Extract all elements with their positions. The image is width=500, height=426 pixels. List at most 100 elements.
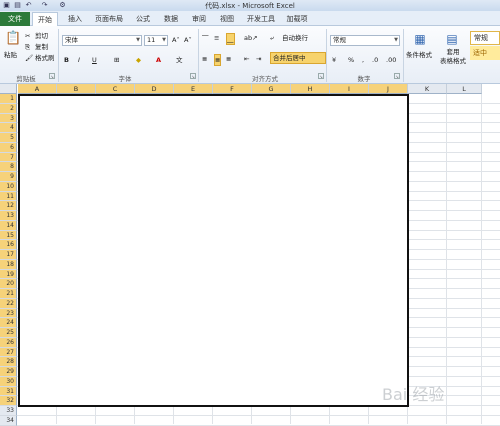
style-normal[interactable]: 常规 xyxy=(470,31,500,45)
column-header[interactable]: E xyxy=(174,84,213,94)
font-launcher-icon[interactable]: ↘ xyxy=(190,73,196,79)
row-header[interactable]: 19 xyxy=(0,269,17,280)
row-header[interactable]: 7 xyxy=(0,152,17,163)
currency-icon[interactable]: ¥ xyxy=(332,55,336,65)
wrap-text-icon[interactable]: ⤶ xyxy=(270,33,274,43)
italic-button[interactable]: I xyxy=(78,55,80,65)
merge-center-button[interactable]: 合并后居中 xyxy=(270,52,326,64)
font-size-combo[interactable]: 11 ▼ xyxy=(144,35,168,46)
column-header[interactable]: L xyxy=(447,84,482,94)
copy-button[interactable]: 复制 xyxy=(35,42,48,52)
row-header[interactable]: 13 xyxy=(0,211,17,221)
row-header[interactable]: 28 xyxy=(0,357,17,367)
increase-indent-icon[interactable]: ⇥ xyxy=(256,54,261,64)
row-header[interactable]: 6 xyxy=(0,142,17,153)
row-header[interactable]: 22 xyxy=(0,298,17,309)
row-header[interactable]: 34 xyxy=(0,415,17,426)
row-header[interactable]: 3 xyxy=(0,113,17,124)
tab-formulas[interactable]: 公式 xyxy=(132,12,154,26)
alignment-launcher-icon[interactable]: ↘ xyxy=(318,73,324,79)
conditional-format-button[interactable]: 条件格式 xyxy=(406,50,432,60)
row-header[interactable]: 2 xyxy=(0,103,17,114)
row-header[interactable]: 1 xyxy=(0,94,17,104)
row-header[interactable]: 14 xyxy=(0,220,17,231)
paste-icon[interactable]: 📋 xyxy=(5,31,21,47)
row-header[interactable]: 26 xyxy=(0,337,17,348)
conditional-format-icon[interactable]: ▦ xyxy=(412,31,428,47)
row-header[interactable]: 4 xyxy=(0,123,17,133)
bold-button[interactable]: B xyxy=(64,55,69,65)
tab-addins[interactable]: 加载项 xyxy=(284,12,310,26)
format-painter-button[interactable]: 格式刷 xyxy=(35,53,55,63)
borders-icon[interactable]: ⊞ xyxy=(114,55,119,65)
column-header[interactable]: A xyxy=(18,84,57,94)
decrease-font-icon[interactable]: A˅ xyxy=(184,35,192,45)
row-header[interactable]: 17 xyxy=(0,250,17,260)
cut-button[interactable]: 剪切 xyxy=(35,31,48,41)
align-left-icon[interactable]: ≣ xyxy=(202,54,207,64)
fill-color-icon[interactable]: ◆ xyxy=(136,55,141,65)
row-header[interactable]: 15 xyxy=(0,230,17,241)
row-header[interactable]: 5 xyxy=(0,133,17,143)
font-color-icon[interactable]: A xyxy=(156,55,161,65)
tab-view[interactable]: 视图 xyxy=(216,12,238,26)
row-header[interactable]: 20 xyxy=(0,279,17,289)
row-header[interactable]: 30 xyxy=(0,376,17,387)
phonetic-icon[interactable]: 文 xyxy=(176,55,183,65)
tab-insert[interactable]: 插入 xyxy=(62,12,88,26)
scissors-icon[interactable]: ✂ xyxy=(25,31,30,41)
decrease-indent-icon[interactable]: ⇤ xyxy=(244,54,249,64)
column-header[interactable]: K xyxy=(408,84,447,94)
column-header[interactable]: G xyxy=(252,84,291,94)
tab-page-layout[interactable]: 页面布局 xyxy=(92,12,126,26)
tab-home[interactable]: 开始 xyxy=(32,12,58,27)
row-header[interactable]: 23 xyxy=(0,308,17,319)
tab-developer[interactable]: 开发工具 xyxy=(244,12,278,26)
column-header[interactable]: B xyxy=(57,84,96,94)
font-name-combo[interactable]: 宋体 ▼ xyxy=(62,35,142,46)
tab-data[interactable]: 数据 xyxy=(160,12,182,26)
format-as-table-icon[interactable]: ▤ xyxy=(444,31,460,47)
row-header[interactable]: 16 xyxy=(0,240,17,250)
underline-button[interactable]: U xyxy=(92,55,97,65)
column-header[interactable]: I xyxy=(330,84,369,94)
wrap-text-button[interactable]: 自动换行 xyxy=(282,33,308,43)
row-header[interactable]: 21 xyxy=(0,289,17,299)
column-header[interactable]: D xyxy=(135,84,174,94)
percent-icon[interactable]: % xyxy=(348,55,354,65)
comma-icon[interactable]: , xyxy=(362,55,364,65)
paste-button[interactable]: 粘贴 xyxy=(4,50,17,60)
clipboard-launcher-icon[interactable]: ↘ xyxy=(49,73,55,79)
style-neutral[interactable]: 适中 xyxy=(470,46,500,60)
row-header[interactable]: 24 xyxy=(0,318,17,328)
align-top-icon[interactable]: ⎺ xyxy=(202,33,209,43)
align-middle-icon[interactable]: ≡ xyxy=(214,33,219,43)
number-format-combo[interactable]: 常规 ▼ xyxy=(330,35,400,46)
row-header[interactable]: 25 xyxy=(0,328,17,338)
row-header[interactable]: 11 xyxy=(0,191,17,202)
format-painter-icon[interactable]: 🖌 xyxy=(25,53,33,63)
row-header[interactable]: 12 xyxy=(0,201,17,211)
number-launcher-icon[interactable]: ↘ xyxy=(394,73,400,79)
align-right-icon[interactable]: ≣ xyxy=(226,54,231,64)
select-all-corner[interactable] xyxy=(0,84,17,94)
format-as-table-button[interactable]: 套用 表格格式 xyxy=(436,48,470,66)
increase-font-icon[interactable]: A˄ xyxy=(172,35,180,45)
decrease-decimal-icon[interactable]: .00 xyxy=(386,55,396,65)
column-header[interactable]: H xyxy=(291,84,330,94)
align-center-icon[interactable]: ≣ xyxy=(214,54,222,66)
row-header[interactable]: 32 xyxy=(0,396,17,406)
tab-file[interactable]: 文件 xyxy=(0,12,30,26)
row-header[interactable]: 31 xyxy=(0,386,17,397)
row-header[interactable]: 29 xyxy=(0,367,17,377)
orientation-icon[interactable]: ab↗ xyxy=(244,33,258,43)
increase-decimal-icon[interactable]: .0 xyxy=(372,55,378,65)
row-header[interactable]: 33 xyxy=(0,406,17,416)
row-header[interactable]: 10 xyxy=(0,181,17,192)
row-header[interactable]: 8 xyxy=(0,162,17,172)
column-header[interactable]: F xyxy=(213,84,252,94)
column-header[interactable]: C xyxy=(96,84,135,94)
align-bottom-icon[interactable]: ⎽ xyxy=(226,33,235,45)
row-header[interactable]: 18 xyxy=(0,259,17,270)
copy-icon[interactable]: ⎘ xyxy=(25,42,30,52)
